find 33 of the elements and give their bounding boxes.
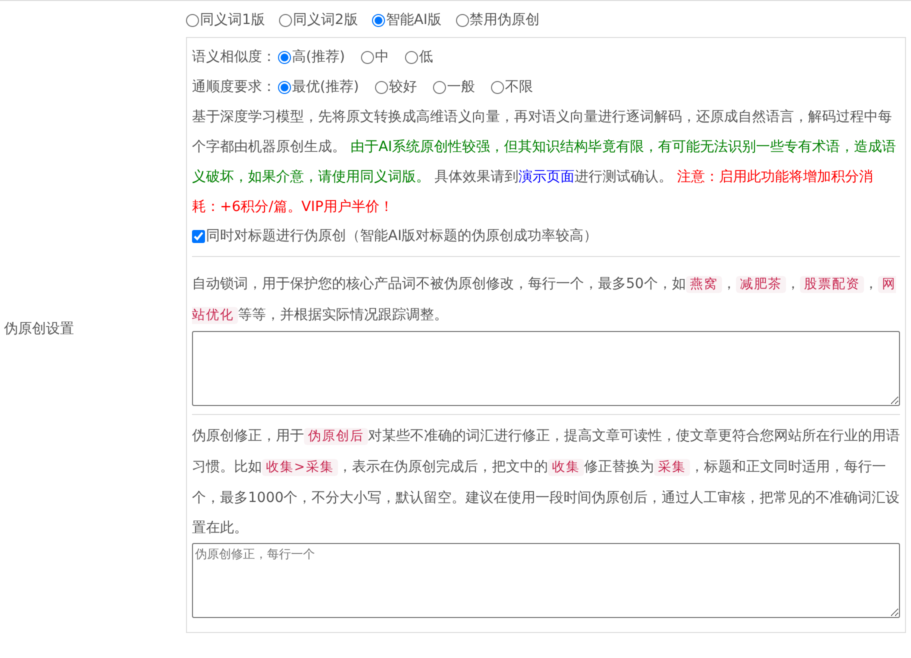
radio-button[interactable]: [456, 14, 469, 26]
demo-page-link[interactable]: 演示页面: [518, 169, 574, 185]
radio-option[interactable]: 中: [360, 48, 389, 66]
section-label: 伪原创设置: [3, 320, 75, 338]
title-checkbox-option[interactable]: 同时对标题进行伪原创（智能AI版对标题的伪原创成功率较高）: [192, 222, 598, 250]
radio-option[interactable]: 最优(推荐): [278, 78, 359, 96]
radio-button[interactable]: [490, 80, 504, 94]
radio-option[interactable]: 高(推荐): [278, 48, 345, 66]
radio-option[interactable]: 较好: [374, 78, 417, 96]
radio-button[interactable]: [372, 14, 385, 26]
radio-button[interactable]: [278, 80, 291, 94]
radio-button[interactable]: [404, 50, 418, 64]
radio-button[interactable]: [360, 50, 374, 64]
radio-button[interactable]: [278, 50, 291, 64]
radio-option[interactable]: 低: [404, 48, 433, 66]
radio-option[interactable]: 智能AI版: [372, 11, 442, 29]
radio-option[interactable]: 一般: [432, 78, 475, 96]
correction-field[interactable]: 伪原创修正，每行一个: [192, 543, 900, 618]
lock-words-field[interactable]: [192, 331, 900, 406]
radio-option[interactable]: 禁用伪原创: [456, 11, 540, 29]
lock-words-description: 自动锁词，用于保护您的核心产品词不被伪原创修改，每行一个，最多50个，如 燕窝 ， 减肥茶 ， 股票配资 ， 网站优化 等等，并根据实际情况跟踪调整。: [192, 275, 897, 326]
radio-option[interactable]: 不限: [490, 78, 533, 96]
ai-description-text: 基于深度学习模型，先将原文转换成高维语义向量，再对语义向量进行逐词解码，还原成自然语言，解码过程中每个字都由机器原创生成。 由于AI系统原创性较强，但其知识结构毕竟有限，有可能无法识别一些专有术语，造成语义破坏，如果介意，请使用同义词版。 具体效果请到演示页面进行测试确认。 注意：启用此功能将增加积分消耗：+6积分/篇。VIP用户半价！: [192, 108, 898, 217]
radio-button[interactable]: [278, 14, 292, 26]
fluency-label: 通顺度要求：: [192, 78, 276, 96]
radio-option[interactable]: 同义词1版: [186, 11, 265, 29]
radio-button[interactable]: [374, 80, 388, 94]
correction-description: 伪原创修正，用于 伪原创后 对某些不准确的词汇进行修正，提高文章可读性，使文章更符合您网站所在行业的用语习惯。比如 收集>采集 ，表示在伪原创完成后，把文中的 收集 修正替换为 采集 ，标题和正文同时适用，每行一个，最多1000个，不分大小写，默认留空。建议在使用一段时间伪原创后，通过人工审核，把常见的不准确词汇设置在此。: [192, 427, 900, 538]
similarity-label: 语义相似度：: [192, 48, 276, 66]
checkbox[interactable]: [192, 230, 205, 242]
radio-option[interactable]: 同义词2版: [278, 11, 358, 29]
radio-button[interactable]: [186, 14, 199, 26]
radio-button[interactable]: [432, 80, 446, 94]
